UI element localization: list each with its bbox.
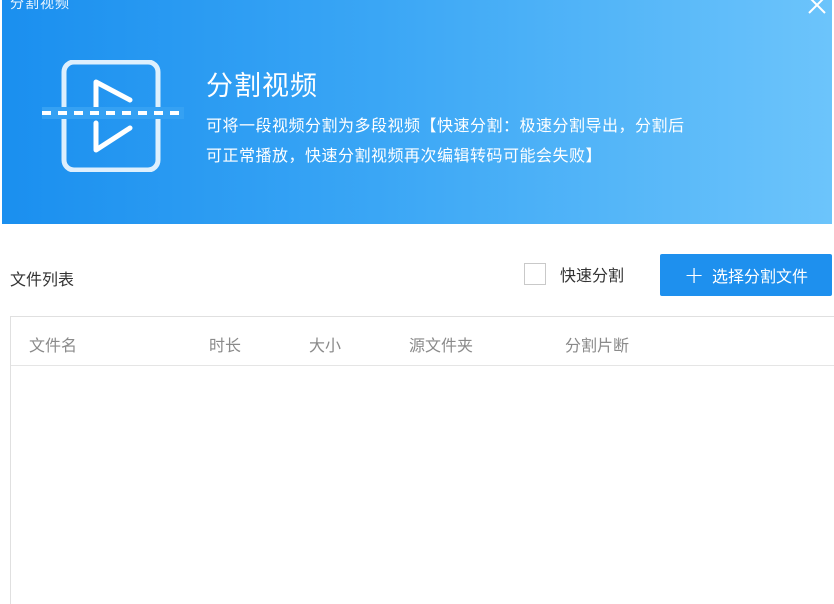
split-video-window: 分割视频 分割视频 可将一段视频分割为多段视频【快速分割：极速分割导出，分割后 … [0, 0, 834, 604]
close-button[interactable] [806, 0, 828, 16]
column-header-segments: 分割片断 [565, 336, 630, 355]
fast-split-checkbox[interactable] [524, 263, 546, 285]
plus-icon: + [683, 261, 705, 289]
column-header-duration: 时长 [209, 336, 242, 355]
banner-description-line1: 可将一段视频分割为多段视频【快速分割：极速分割导出，分割后 [206, 116, 685, 135]
table-body[interactable] [11, 366, 834, 604]
file-table: 文件名 时长 大小 源文件夹 分割片断 [10, 316, 834, 604]
close-icon [808, 0, 826, 14]
fast-split-toggle[interactable]: 快速分割 [524, 262, 624, 286]
fast-split-label: 快速分割 [560, 266, 625, 285]
select-split-file-button[interactable]: + 选择分割文件 [660, 254, 832, 296]
window-title: 分割视频 [10, 0, 70, 12]
banner-title: 分割视频 [206, 71, 318, 102]
banner-description-line2: 可正常播放，快速分割视频再次编辑转码可能会失败】 [206, 146, 603, 165]
banner-description: 可将一段视频分割为多段视频【快速分割：极速分割导出，分割后 可正常播放，快速分割… [206, 111, 806, 171]
video-split-icon [42, 59, 184, 173]
table-header: 文件名 时长 大小 源文件夹 分割片断 [11, 317, 834, 366]
file-list-title: 文件列表 [10, 270, 75, 289]
header-banner: 分割视频 分割视频 可将一段视频分割为多段视频【快速分割：极速分割导出，分割后 … [2, 0, 832, 224]
column-header-source-folder: 源文件夹 [409, 336, 474, 355]
column-header-filename: 文件名 [29, 336, 78, 355]
select-split-file-label: 选择分割文件 [712, 267, 809, 286]
column-header-size: 大小 [309, 336, 342, 355]
